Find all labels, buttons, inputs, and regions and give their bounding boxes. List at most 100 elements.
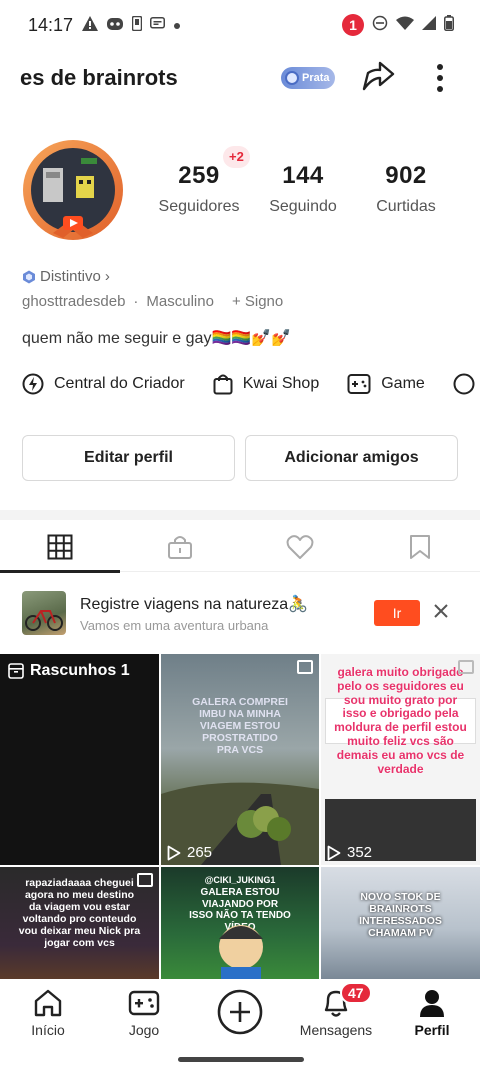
video-tile[interactable]: GALERA COMPREI IMBU NA MINHA VIAGEM ESTO… xyxy=(161,654,319,865)
more-vertical-icon xyxy=(437,64,443,92)
drafts-label: Rascunhos 1 xyxy=(30,662,130,679)
tab-posts[interactable] xyxy=(0,522,120,573)
lightning-icon xyxy=(22,373,44,395)
heart-icon xyxy=(286,535,314,559)
notification-count-badge: 1 xyxy=(342,14,364,36)
nav-create-button[interactable] xyxy=(192,980,288,1044)
shopping-bag-icon xyxy=(213,374,233,395)
tab-liked[interactable] xyxy=(240,522,360,572)
drafts-box-icon xyxy=(8,663,24,679)
signal-icon xyxy=(422,15,436,35)
followers-count: 259 xyxy=(178,162,220,189)
likes-label: Curtidas xyxy=(376,198,436,215)
view-count: 352 xyxy=(327,844,372,861)
prata-level-badge[interactable]: Prata xyxy=(281,67,335,89)
meta-separator: · xyxy=(133,293,139,310)
gender-text: Masculino xyxy=(146,293,214,310)
hexagon-badge-icon xyxy=(23,270,35,283)
grid-icon xyxy=(47,534,73,560)
gamepad-icon xyxy=(128,990,160,1016)
profile-bio: quem não me seguir e gay🏳️‍🌈🏳️‍🌈💅💅 xyxy=(22,330,292,347)
promo-close-button[interactable] xyxy=(432,602,450,620)
status-time: 14:17 xyxy=(28,15,74,35)
create-plus-icon xyxy=(217,989,263,1035)
username-text: ghosttradesdeb xyxy=(22,293,126,310)
home-icon xyxy=(34,989,62,1017)
promo-banner[interactable]: Registre viagens na natureza🚴 Vamos em u… xyxy=(0,588,480,640)
following-stat[interactable]: 144 Seguindo xyxy=(248,162,358,216)
status-icons-right: 1 xyxy=(342,14,454,36)
nav-home-label: Início xyxy=(31,1022,65,1038)
distintivo-label: Distintivo xyxy=(40,268,101,285)
video-caption: GALERA COMPREI IMBU NA MINHA VIAGEM ESTO… xyxy=(192,696,288,757)
nav-profile[interactable]: Perfil xyxy=(384,980,480,1044)
video-handle: @CIKI_JUKING1 xyxy=(204,875,276,885)
bottom-navigation: Início Jogo Mensagens Perfil xyxy=(0,980,480,1044)
status-icons-left xyxy=(82,15,181,36)
profile-name-title: es de brainrots xyxy=(20,65,178,90)
profile-avatar[interactable] xyxy=(18,138,128,248)
section-divider xyxy=(0,510,480,520)
prata-medal-icon xyxy=(285,71,299,85)
edit-profile-button[interactable]: Editar perfil xyxy=(22,435,235,481)
warning-icon xyxy=(82,16,98,36)
following-label: Seguindo xyxy=(269,198,337,215)
home-indicator[interactable] xyxy=(178,1057,304,1062)
phone-icon xyxy=(131,15,143,36)
share-arrow-icon xyxy=(362,61,395,91)
likes-stat[interactable]: 902 Curtidas xyxy=(351,162,461,216)
more-links-partial[interactable] xyxy=(453,373,475,395)
gamepad-icon xyxy=(347,374,371,394)
kwai-shop-link[interactable]: Kwai Shop xyxy=(213,373,320,395)
chevron-right-icon: › xyxy=(104,268,110,285)
add-sign-link[interactable]: + Signo xyxy=(232,293,283,310)
video-tile[interactable]: @CIKI_JUKING1 GALERA ESTOU VIAJANDO POR … xyxy=(161,867,319,979)
video-grid: Rascunhos 1 GALERA COMPREI IMBU NA MINHA… xyxy=(0,654,480,979)
dnd-icon xyxy=(372,15,388,36)
play-icon xyxy=(327,845,341,860)
person-icon xyxy=(420,990,444,1017)
nav-home[interactable]: Início xyxy=(0,980,96,1044)
battery-icon xyxy=(444,14,454,36)
kwai-shop-label: Kwai Shop xyxy=(242,375,320,392)
followers-label: Seguidores xyxy=(158,198,240,215)
promo-go-button[interactable]: Ir xyxy=(374,600,420,626)
more-options-button[interactable] xyxy=(428,59,452,95)
video-tile[interactable]: galera muito obrigado pelo os seguidores… xyxy=(321,654,480,865)
video-type-icon xyxy=(297,660,313,674)
messages-count-badge: 47 xyxy=(340,982,372,1004)
game-link[interactable]: Game xyxy=(347,373,425,395)
nav-game[interactable]: Jogo xyxy=(96,980,192,1044)
creator-center-label: Central do Criador xyxy=(54,375,185,392)
dot-icon xyxy=(173,17,181,35)
view-count: 265 xyxy=(167,844,212,861)
video-tile[interactable]: rapaziadaaaa cheguei agora no meu destin… xyxy=(0,867,159,979)
video-tile[interactable]: NOVO STOK DE BRAINROTS INTERESSADOS CHAM… xyxy=(321,867,480,979)
drafts-tile[interactable]: Rascunhos 1 xyxy=(0,654,159,865)
promo-bicycle-thumbnail xyxy=(22,591,66,635)
nav-messages-label: Mensagens xyxy=(299,1022,373,1038)
followers-stat[interactable]: 259 Seguidores xyxy=(144,162,254,216)
wifi-icon xyxy=(396,16,414,35)
drafts-header: Rascunhos 1 xyxy=(8,662,130,680)
nav-game-label: Jogo xyxy=(128,1022,160,1038)
cartoon-character-thumbnail xyxy=(219,925,263,979)
share-button[interactable] xyxy=(360,59,396,95)
video-type-icon xyxy=(137,873,153,887)
creator-links-row: Central do Criador Kwai Shop Game xyxy=(22,370,480,398)
creator-center-link[interactable]: Central do Criador xyxy=(22,373,185,395)
lock-icon xyxy=(168,536,192,559)
game-label: Game xyxy=(381,375,425,392)
following-count: 144 xyxy=(282,162,324,189)
close-icon xyxy=(434,604,448,618)
view-count-value: 352 xyxy=(347,844,373,861)
promo-subtitle: Vamos em uma aventura urbana xyxy=(80,618,269,633)
likes-count: 902 xyxy=(385,162,427,189)
tab-private[interactable] xyxy=(120,522,240,572)
content-tabs xyxy=(0,522,480,573)
add-friends-button[interactable]: Adicionar amigos xyxy=(245,435,458,481)
tab-saved[interactable] xyxy=(360,522,480,572)
distintivo-link[interactable]: Distintivo › xyxy=(22,268,110,285)
nav-profile-label: Perfil xyxy=(414,1022,450,1038)
play-icon xyxy=(167,845,181,860)
